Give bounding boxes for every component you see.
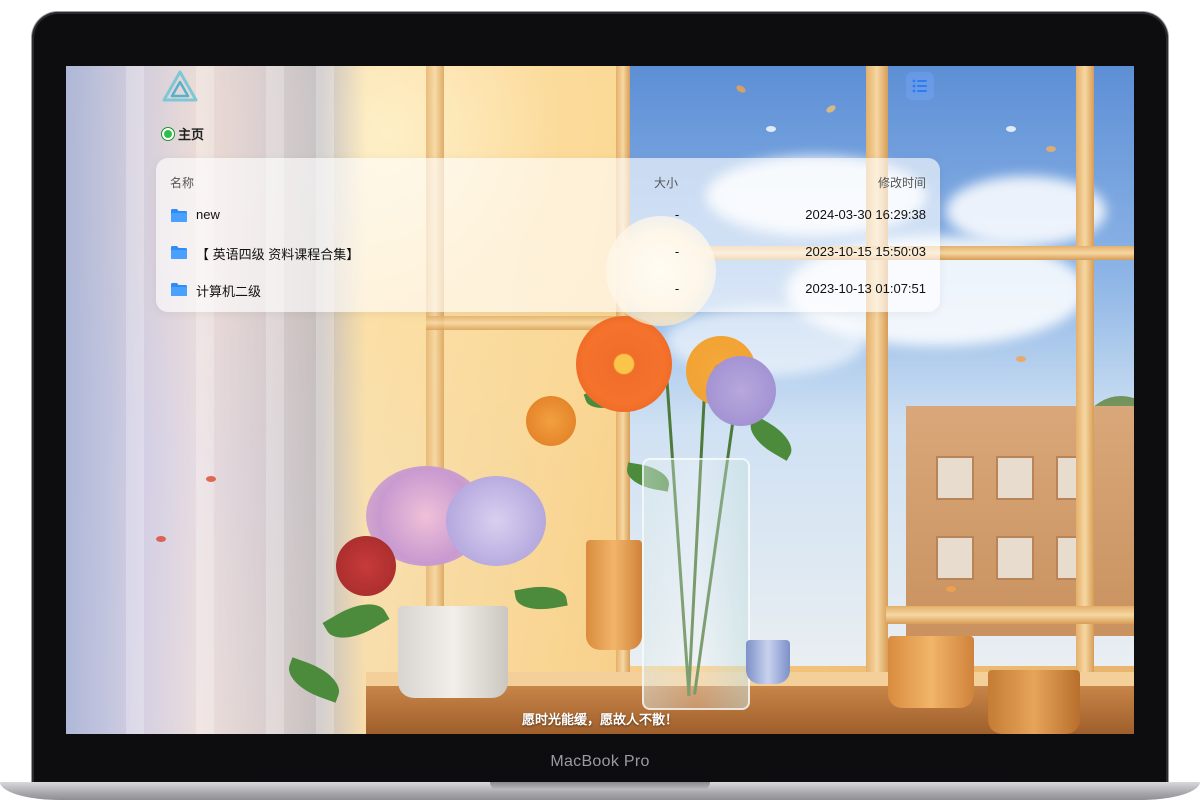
file-size: -	[674, 207, 680, 222]
file-modified: 2023-10-13 01:07:51	[805, 281, 926, 296]
breadcrumb-home-link[interactable]: 主页	[178, 124, 204, 143]
home-icon	[162, 127, 174, 140]
triangle-logo-icon[interactable]	[162, 70, 198, 102]
file-modified: 2023-10-15 15:50:03	[805, 244, 926, 259]
breadcrumb: 主页	[162, 124, 204, 143]
file-name: 计算机二级	[196, 284, 262, 299]
column-header-size[interactable]: 大小	[654, 174, 678, 191]
file-list-panel: 名称 大小 修改时间 new - 2024-03-30 16:29:38 【 英…	[156, 158, 940, 312]
file-size: -	[674, 244, 680, 259]
footer-quote: 愿时光能缓，愿故人不散！	[521, 712, 678, 727]
file-row-english-cet4[interactable]: 【 英语四级 资料课程合集】 - 2023-10-15 15:50:03	[156, 235, 940, 271]
column-header-modified[interactable]: 修改时间	[878, 174, 926, 191]
file-row-computer-level2[interactable]: 计算机二级 - 2023-10-13 01:07:51	[156, 272, 940, 308]
file-size: -	[674, 281, 680, 296]
file-row-new[interactable]: new - 2024-03-30 16:29:38	[156, 198, 940, 234]
folder-icon	[171, 246, 187, 259]
screen: 主页 名称 大小 修改时间 new - 2024-03-30 16:29:38 …	[66, 66, 1134, 734]
list-view-toggle-button[interactable]	[906, 72, 934, 100]
list-icon	[912, 79, 927, 93]
file-name: new	[196, 207, 220, 222]
model-label: MacBook Pro	[550, 753, 650, 770]
folder-icon	[171, 283, 187, 296]
file-name: 【 英语四级 资料课程合集】	[196, 247, 360, 262]
column-header-name[interactable]: 名称	[170, 174, 194, 191]
laptop-base-groove	[490, 782, 710, 790]
file-modified: 2024-03-30 16:29:38	[805, 207, 926, 222]
folder-icon	[171, 209, 187, 222]
